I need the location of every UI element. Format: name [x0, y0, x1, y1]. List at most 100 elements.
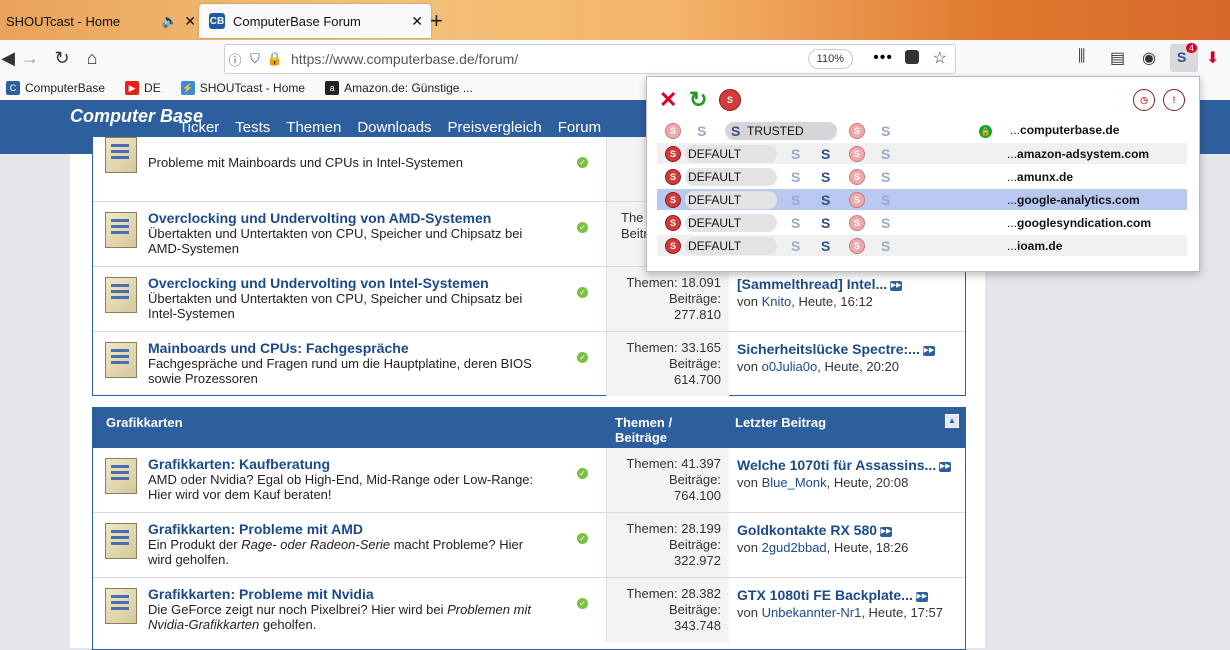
speaker-icon[interactable]: 🔈	[162, 13, 178, 29]
noscript-options-icon[interactable]: S	[719, 89, 741, 111]
reload-icon[interactable]: ↻	[689, 87, 707, 113]
lock-icon[interactable]: 🔒	[265, 51, 285, 67]
bookmark-amazon[interactable]: a Amazon.de: Günstige ...	[319, 81, 473, 95]
forum-title[interactable]: Overclocking und Undervolting von Intel-…	[148, 275, 489, 291]
sidebar-icon[interactable]: ▤	[1110, 48, 1125, 68]
back-arrow-icon[interactable]: ◀	[0, 46, 20, 70]
trusted-toggle-icon[interactable]: S	[821, 238, 830, 254]
forum-title[interactable]: Mainboards und CPUs: Fachgespräche	[148, 340, 409, 356]
new-tab-plus-icon[interactable]: +	[430, 8, 443, 34]
nav-downloads[interactable]: Downloads	[357, 119, 431, 136]
forum-title[interactable]: Grafikkarten: Probleme mit Nvidia	[148, 586, 374, 602]
untrusted-icon[interactable]: S	[849, 168, 865, 185]
tab-computerbase[interactable]: CB ComputerBase Forum ✕	[199, 4, 431, 38]
close-x-icon[interactable]: ✕	[659, 87, 677, 113]
untrusted-icon[interactable]: S	[849, 122, 865, 139]
custom-settings-icon[interactable]: S	[881, 123, 890, 139]
default-s-icon[interactable]: S	[665, 237, 681, 254]
untrusted-icon[interactable]: S	[849, 214, 865, 231]
nav-ticker[interactable]: Ticker	[179, 119, 219, 136]
shield-icon[interactable]: ⛉	[245, 51, 265, 67]
trusted-toggle-icon[interactable]: S	[821, 169, 830, 185]
forward-arrow-icon[interactable]: →	[18, 46, 42, 70]
forum-icon[interactable]	[105, 523, 137, 559]
temp-trusted-toggle-icon[interactable]: S	[791, 146, 800, 162]
custom-settings-icon[interactable]: S	[881, 146, 890, 162]
trust-level-pill[interactable]: DEFAULT	[685, 213, 777, 232]
default-s-icon[interactable]: S	[665, 168, 681, 185]
nav-preisvergleich[interactable]: Preisvergleich	[448, 119, 542, 136]
page-actions-dots-icon[interactable]: •••	[873, 49, 893, 67]
last-post-user[interactable]: o0Julia0o	[762, 359, 818, 374]
bookmark-youtube[interactable]: ▶ DE	[119, 81, 161, 95]
trust-level-pill[interactable]: DEFAULT	[685, 190, 777, 209]
goto-last-post-icon[interactable]: ▶▶	[939, 461, 952, 472]
revoke-temp-clock-icon[interactable]: ◷	[1133, 89, 1155, 111]
untrusted-toggle-icon[interactable]: S	[665, 122, 681, 139]
library-icon[interactable]: ⫼	[1078, 48, 1085, 66]
nav-tests[interactable]: Tests	[235, 119, 270, 136]
last-post-title[interactable]: GTX 1080ti FE Backplate...	[737, 587, 913, 603]
forum-icon[interactable]	[105, 212, 137, 248]
home-icon[interactable]: ⌂	[80, 46, 104, 70]
custom-settings-icon[interactable]: S	[881, 169, 890, 185]
last-post-user[interactable]: Unbekannter-Nr1	[762, 605, 862, 620]
forum-icon[interactable]	[105, 137, 137, 173]
goto-last-post-icon[interactable]: ▶▶	[915, 591, 928, 602]
trusted-toggle-icon[interactable]: S	[821, 215, 830, 231]
trust-level-pill[interactable]: DEFAULT	[685, 167, 777, 186]
default-s-icon[interactable]: S	[665, 145, 681, 162]
custom-settings-icon[interactable]: S	[881, 215, 890, 231]
default-s-icon[interactable]: S	[665, 214, 681, 231]
trusted-toggle-icon[interactable]: S	[821, 146, 830, 162]
forum-icon[interactable]	[105, 588, 137, 624]
temp-trusted-toggle-icon[interactable]: S	[791, 215, 800, 231]
last-post-user[interactable]: 2gud2bbad	[762, 540, 827, 555]
forum-icon[interactable]	[105, 458, 137, 494]
trust-level-pill[interactable]: S TRUSTED	[725, 121, 837, 140]
temp-trusted-toggle-icon[interactable]: S	[791, 192, 800, 208]
last-post-title[interactable]: Sicherheitslücke Spectre:...	[737, 341, 920, 357]
goto-last-post-icon[interactable]: ▶▶	[922, 345, 935, 356]
forum-title[interactable]: Overclocking und Undervolting von AMD-Sy…	[148, 210, 491, 226]
close-icon[interactable]: ✕	[184, 13, 196, 30]
forum-title[interactable]: Grafikkarten: Probleme mit AMD	[148, 521, 363, 537]
untrusted-icon[interactable]: S	[849, 191, 865, 208]
url-text[interactable]: https://www.computerbase.de/forum/	[291, 51, 955, 67]
bookmark-shoutcast[interactable]: ⚡ SHOUTcast - Home	[175, 81, 305, 95]
section-title[interactable]: Grafikkarten	[106, 415, 183, 430]
custom-settings-icon[interactable]: S	[881, 238, 890, 254]
untrusted-icon[interactable]: S	[849, 237, 865, 254]
collapse-icon[interactable]: ▲	[945, 414, 959, 428]
zoom-level[interactable]: 110%	[807, 49, 853, 69]
trust-level-pill[interactable]: DEFAULT	[685, 144, 777, 163]
trusted-toggle-icon[interactable]: S	[821, 192, 830, 208]
pocket-icon[interactable]	[905, 50, 919, 64]
nav-forum[interactable]: Forum	[558, 119, 601, 136]
nav-themen[interactable]: Themen	[286, 119, 341, 136]
last-post-title[interactable]: Goldkontakte RX 580	[737, 522, 877, 538]
last-post-user[interactable]: Knito	[762, 294, 792, 309]
temp-trusted-toggle-icon[interactable]: S	[791, 169, 800, 185]
forum-icon[interactable]	[105, 277, 137, 313]
tab-shoutcast[interactable]: SHOUTcast - Home 🔈 ✕	[0, 4, 204, 38]
bookmark-computerbase[interactable]: C ComputerBase	[0, 81, 105, 95]
url-bar[interactable]: ⓘ ⛉ 🔒 https://www.computerbase.de/forum/…	[224, 44, 956, 74]
last-post-title[interactable]: [Sammelthread] Intel...	[737, 276, 887, 292]
untrusted-icon[interactable]: S	[849, 145, 865, 162]
last-post-title[interactable]: Welche 1070ti für Assassins...	[737, 457, 936, 473]
goto-last-post-icon[interactable]: ▶▶	[890, 280, 903, 291]
bookmark-star-icon[interactable]: ☆	[933, 48, 947, 68]
last-post-user[interactable]: Blue_Monk	[762, 475, 827, 490]
forum-title[interactable]: Grafikkarten: Kaufberatung	[148, 456, 330, 472]
reload-icon[interactable]: ↻	[50, 46, 74, 70]
default-s-icon[interactable]: S	[665, 191, 681, 208]
trust-level-pill[interactable]: DEFAULT	[685, 236, 777, 255]
temp-trusted-toggle-icon[interactable]: S	[697, 123, 706, 139]
disable-restrictions-icon[interactable]: !	[1163, 89, 1185, 111]
download-icon[interactable]: ⬇	[1206, 48, 1219, 68]
custom-settings-icon[interactable]: S	[881, 192, 890, 208]
extension-icon[interactable]: ◉	[1142, 48, 1156, 68]
forum-icon[interactable]	[105, 342, 137, 378]
close-icon[interactable]: ✕	[411, 13, 423, 30]
